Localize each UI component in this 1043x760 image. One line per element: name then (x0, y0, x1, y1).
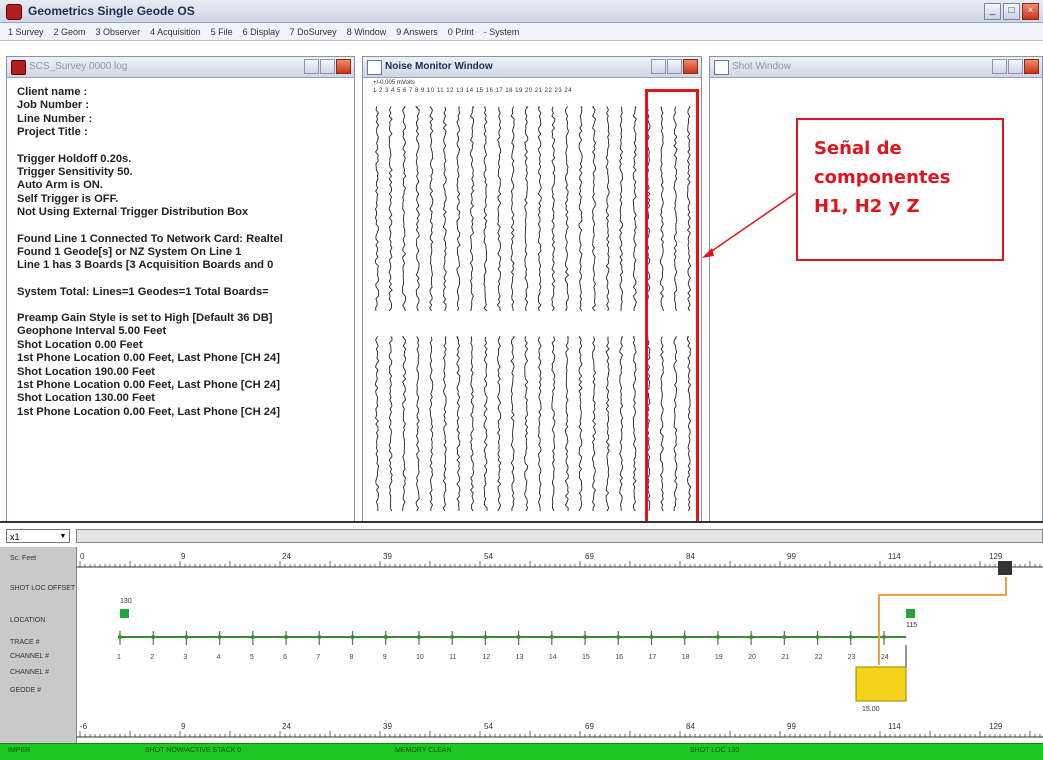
row-label: GEODE # (10, 687, 42, 694)
geophone-dot (450, 635, 455, 639)
row-label-column: Sc. Feet SHOT LOC OFFSET LOCATION TRACE # CH… (0, 547, 77, 745)
trace-number: 2 (150, 654, 154, 661)
geophone-dot (616, 635, 621, 639)
shot-flag-left (120, 609, 129, 618)
geode-box (855, 666, 907, 702)
shot-flag-left-label: 130 (120, 598, 132, 605)
spread-diagram: 0 9 24 39 54 69 84 99 114 129-6 9 24 39 54 69 84 99 114 12… (76, 552, 1043, 738)
status-item: SHOT NOW/ACTIVE STACK 0 (145, 747, 242, 754)
row-label: Sc. Feet (10, 555, 37, 562)
bottom-ruler-label: 129 (989, 722, 1003, 731)
status-bar: IMPER SHOT NOW/ACTIVE STACK 0 MEMORY CLEAN… (0, 743, 1043, 760)
trace-number: 24 (881, 654, 889, 661)
trace-number: 17 (648, 654, 656, 661)
geophone-dot (416, 635, 421, 639)
bottom-ruler-label: 99 (787, 722, 796, 731)
geophone-dot (516, 635, 521, 639)
trace-number: 20 (748, 654, 756, 661)
top-ruler-label: 9 (181, 552, 186, 561)
horizontal-scrollbar[interactable] (76, 529, 1043, 543)
geophone-dot (815, 635, 820, 639)
top-ruler-label: 99 (787, 552, 796, 561)
bottom-ruler-label: 84 (686, 722, 695, 731)
geophone-dot (782, 635, 787, 639)
status-item: MEMORY CLEAN (395, 747, 452, 754)
geophone-dot (217, 635, 222, 639)
geophone-dot (682, 635, 687, 639)
zoom-value: x1 (10, 532, 20, 542)
trace-number: 15 (582, 654, 590, 661)
geophone-dot (549, 635, 554, 639)
geophone-dot (715, 635, 720, 639)
hammer-icon (998, 561, 1012, 575)
trace-number: 18 (682, 654, 690, 661)
geophone-dot (848, 635, 853, 639)
geophone-dot (250, 635, 255, 639)
bottom-ruler-label: 39 (383, 722, 392, 731)
top-ruler-label: 54 (484, 552, 493, 561)
bottom-ruler-label: 9 (181, 722, 186, 731)
trace-number: 12 (482, 654, 490, 661)
status-item: IMPER (8, 747, 31, 754)
row-label: CHANNEL # (10, 653, 50, 660)
row-label: SHOT LOC OFFSET (10, 585, 76, 592)
bottom-ruler-label: 114 (888, 722, 901, 731)
trace-number: 4 (217, 654, 221, 661)
trace-number: 23 (848, 654, 856, 661)
trace-number: 1 (117, 654, 121, 661)
trace-number: 9 (383, 654, 387, 661)
trace-number: 21 (781, 654, 789, 661)
bottom-ruler-label: 54 (484, 722, 493, 731)
bottom-ruler-label: -6 (80, 722, 88, 731)
trace-number: 8 (350, 654, 354, 661)
geophone-dot (284, 635, 289, 639)
trace-number: 5 (250, 654, 254, 661)
top-ruler-label: 129 (989, 552, 1003, 561)
row-label: TRACE # (10, 639, 40, 646)
zoom-select[interactable]: x1 ▼ (6, 529, 70, 543)
trigger-cable (878, 577, 1007, 665)
geophone-dot (882, 635, 886, 639)
geophone-dot (649, 635, 654, 639)
chevron-down-icon: ▼ (59, 533, 67, 540)
geophone-dot (184, 635, 189, 639)
trace-number: 11 (449, 654, 456, 661)
trace-number: 13 (516, 654, 524, 661)
spread-layout-view: x1 ▼ Sc. Feet SHOT LOC OFFSET LOCATION TRAC… (0, 521, 1043, 745)
geophone-dot (483, 635, 488, 639)
geophone-dot (583, 635, 588, 639)
geophone-dot (118, 635, 122, 639)
bottom-ruler-label: 69 (585, 722, 594, 731)
annotation-line-1: Señal de (814, 138, 902, 159)
trace-number: 6 (283, 654, 287, 661)
status-item: SHOT LOC 130 (690, 747, 740, 754)
annotation-line-2: componentes (814, 167, 951, 188)
trace-number: 14 (549, 654, 557, 661)
top-ruler-label: 39 (383, 552, 392, 561)
top-ruler-label: 0 (80, 552, 85, 561)
top-ruler-label: 69 (585, 552, 594, 561)
geophone-dot (749, 635, 754, 639)
annotation-callout: Señal de componentes H1, H2 y Z (796, 118, 1004, 261)
top-ruler-label: 84 (686, 552, 695, 561)
trace-number: 10 (416, 654, 424, 661)
bottom-ruler-label: 24 (282, 722, 291, 731)
trace-number: 19 (715, 654, 723, 661)
trace-number: 16 (615, 654, 623, 661)
geophone-dot (350, 635, 355, 639)
trace-number: 22 (815, 654, 823, 661)
row-label: CHANNEL # (10, 669, 50, 676)
trace-number: 3 (183, 654, 187, 661)
trace-number: 7 (316, 654, 320, 661)
geophone-dot (317, 635, 322, 639)
geode-label: 15.00 (862, 706, 880, 713)
shot-flag-right-label: 115 (906, 622, 917, 629)
geophone-dot (151, 635, 156, 639)
top-ruler-label: 114 (888, 552, 901, 561)
annotation-line-3: H1, H2 y Z (814, 196, 920, 217)
top-ruler-label: 24 (282, 552, 291, 561)
shot-flag-right (906, 609, 915, 618)
geophone-dot (383, 635, 388, 639)
row-label: LOCATION (10, 617, 46, 624)
